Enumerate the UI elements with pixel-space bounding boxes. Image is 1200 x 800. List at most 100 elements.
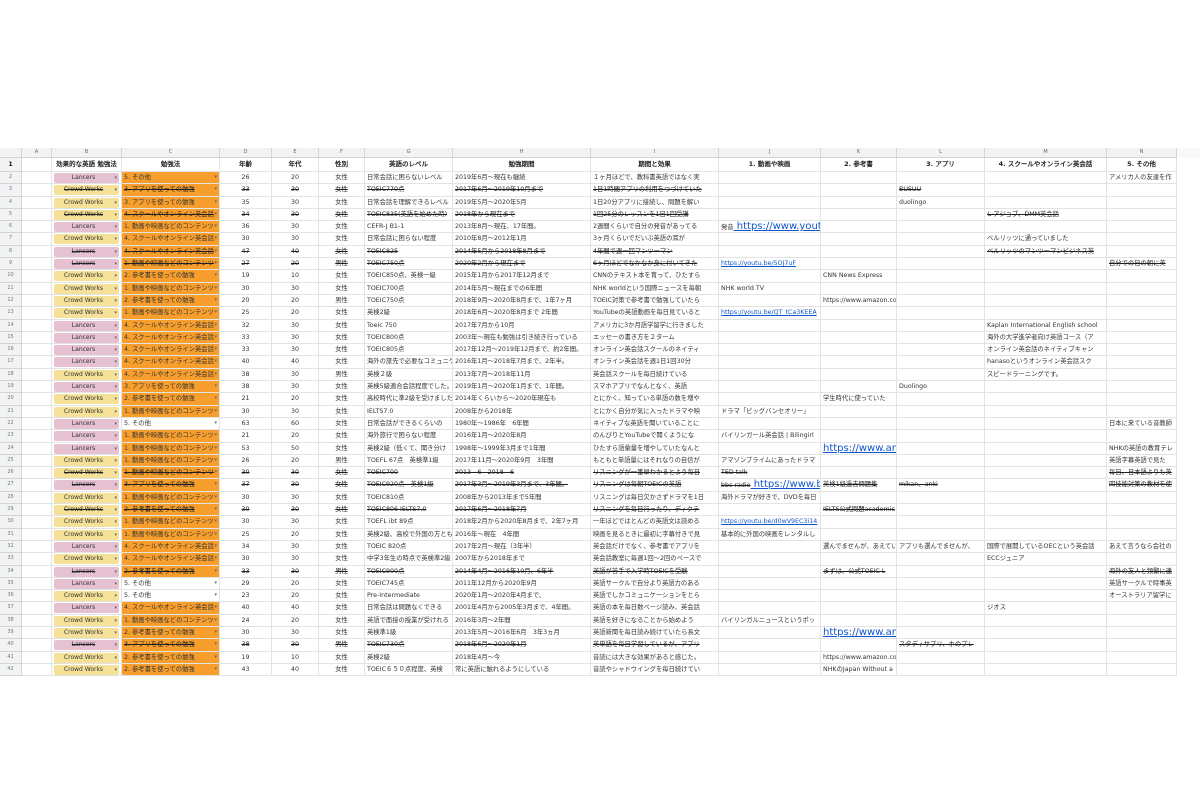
cell-age[interactable]: 30 bbox=[220, 491, 272, 505]
cell-effect[interactable]: 英会話スクールを毎日続けている bbox=[591, 368, 719, 382]
cell-period[interactable]: 2017年3月〜2019年3月まで、3年間。 bbox=[453, 479, 591, 492]
dropdown-arrow-icon[interactable]: ▾ bbox=[114, 468, 117, 478]
dropdown-arrow-icon[interactable]: ▾ bbox=[114, 603, 117, 613]
cell-other[interactable]: 毎日、日本語よりも英 bbox=[1107, 467, 1177, 480]
dropdown-arrow-icon[interactable]: ▾ bbox=[114, 370, 117, 380]
source-dropdown-cell[interactable]: Crowd Works ▾ bbox=[52, 294, 122, 308]
cell-effect[interactable]: 音読には大きな効果があると感じた。 bbox=[591, 651, 719, 664]
hyperlink[interactable]: https://youtu.be/5OJ7uF bbox=[721, 260, 796, 267]
dropdown-arrow-icon[interactable]: ▾ bbox=[114, 321, 117, 331]
cell-level[interactable]: 日常会話に困らないレベル bbox=[365, 172, 453, 185]
cell-period[interactable]: 2017年6月〜2019年10月まで bbox=[453, 184, 591, 197]
cell-other[interactable]: NHKの英語の教育テレ bbox=[1107, 442, 1177, 455]
cell-gender[interactable]: 女性 bbox=[319, 577, 365, 591]
cell-decade[interactable]: 20 bbox=[272, 577, 319, 591]
dropdown-arrow-icon[interactable]: ▾ bbox=[214, 516, 217, 527]
cell-decade[interactable]: 20 bbox=[272, 258, 319, 271]
dropdown-arrow-icon[interactable]: ▾ bbox=[114, 591, 117, 601]
cell-app[interactable] bbox=[897, 491, 985, 505]
cell-a[interactable] bbox=[22, 577, 52, 591]
header-other[interactable]: 5. その他 bbox=[1107, 158, 1177, 172]
cell-book[interactable]: IELTS公式問題academic bbox=[821, 504, 897, 517]
method-dropdown-cell[interactable]: 3. アプリを使っての勉強 ▾ bbox=[122, 196, 220, 209]
cell-gender[interactable]: 女性 bbox=[319, 393, 365, 406]
column-header-c[interactable]: C bbox=[122, 148, 220, 158]
cell-app[interactable]: スタディサプリ、ホのプレ bbox=[897, 639, 985, 652]
source-dropdown-cell[interactable]: Crowd Works ▾ bbox=[52, 590, 122, 603]
cell-effect[interactable]: YouTubeの英語動画を毎日見ていると bbox=[591, 307, 719, 320]
cell-book[interactable] bbox=[821, 344, 897, 357]
cell-video[interactable] bbox=[719, 172, 821, 185]
source-dropdown-cell[interactable]: Crowd Works ▾ bbox=[52, 454, 122, 468]
cell-a[interactable] bbox=[22, 393, 52, 406]
cell-effect[interactable]: CNNのテキスト本を育って、ひたすら bbox=[591, 270, 719, 283]
cell-age[interactable]: 27 bbox=[220, 258, 272, 271]
source-chip[interactable]: Crowd Works ▾ bbox=[54, 406, 119, 417]
cell-level[interactable]: TOEIC800点 bbox=[365, 331, 453, 345]
cell-age[interactable]: 24 bbox=[220, 614, 272, 627]
row-number[interactable]: 36 bbox=[0, 590, 22, 603]
cell-level[interactable]: TOEIC750点 bbox=[365, 258, 453, 271]
cell-gender[interactable]: 女性 bbox=[319, 184, 365, 197]
cell-a[interactable] bbox=[22, 319, 52, 332]
cell-app[interactable] bbox=[897, 577, 985, 591]
cell-school[interactable] bbox=[985, 479, 1107, 492]
cell-app[interactable] bbox=[897, 245, 985, 259]
row-number[interactable]: 1 bbox=[0, 158, 22, 172]
dropdown-arrow-icon[interactable]: ▾ bbox=[214, 504, 217, 515]
cell-school[interactable] bbox=[985, 381, 1107, 394]
row-number[interactable]: 17 bbox=[0, 356, 22, 369]
cell-level[interactable]: TOEIC730点 bbox=[365, 639, 453, 652]
cell-gender[interactable]: 女性 bbox=[319, 540, 365, 554]
cell-app[interactable] bbox=[897, 294, 985, 308]
select-all-corner[interactable] bbox=[0, 148, 22, 158]
cell-school[interactable] bbox=[985, 590, 1107, 603]
cell-school[interactable] bbox=[985, 172, 1107, 185]
source-chip[interactable]: Crowd Works ▾ bbox=[54, 652, 119, 663]
cell-video[interactable] bbox=[719, 233, 821, 246]
method-dropdown-cell[interactable]: 3. アプリを使っての勉強 ▾ bbox=[122, 184, 220, 197]
row-number[interactable]: 14 bbox=[0, 319, 22, 332]
source-chip[interactable]: Crowd Works ▾ bbox=[54, 664, 119, 675]
cell-gender[interactable]: 女性 bbox=[319, 331, 365, 345]
cell-a[interactable] bbox=[22, 491, 52, 505]
source-chip[interactable]: Lancers ▾ bbox=[54, 357, 119, 368]
cell-app[interactable] bbox=[897, 590, 985, 603]
cell-age[interactable]: 34 bbox=[220, 540, 272, 554]
cell-school[interactable] bbox=[985, 307, 1107, 320]
cell-gender[interactable]: 男性 bbox=[319, 565, 365, 578]
cell-school[interactable] bbox=[985, 184, 1107, 197]
dropdown-arrow-icon[interactable]: ▾ bbox=[114, 579, 117, 589]
dropdown-arrow-icon[interactable]: ▾ bbox=[114, 296, 117, 306]
dropdown-arrow-icon[interactable]: ▾ bbox=[214, 197, 217, 208]
cell-other[interactable]: 海外の友人と頻繁に連 bbox=[1107, 565, 1177, 578]
cell-app[interactable] bbox=[897, 663, 985, 677]
cell-school[interactable] bbox=[985, 430, 1107, 443]
dropdown-arrow-icon[interactable]: ▾ bbox=[114, 493, 117, 503]
dropdown-arrow-icon[interactable]: ▾ bbox=[114, 333, 117, 343]
cell-gender[interactable]: 女性 bbox=[319, 245, 365, 259]
source-dropdown-cell[interactable]: Lancers ▾ bbox=[52, 442, 122, 455]
dropdown-arrow-icon[interactable]: ▾ bbox=[214, 479, 217, 490]
header-effect[interactable]: 期間と効果 bbox=[591, 158, 719, 172]
dropdown-arrow-icon[interactable]: ▾ bbox=[114, 222, 117, 232]
cell-video[interactable] bbox=[719, 196, 821, 209]
method-dropdown-cell[interactable]: 5. その他 ▾ bbox=[122, 172, 220, 185]
column-header-j[interactable]: J bbox=[719, 148, 821, 158]
cell-age[interactable]: 30 bbox=[220, 405, 272, 418]
cell-period[interactable]: 2003年〜現在も勉強は引き続き行っている bbox=[453, 331, 591, 345]
cell-school[interactable] bbox=[985, 294, 1107, 308]
cell-school[interactable] bbox=[985, 282, 1107, 295]
cell-effect[interactable]: 英会話だけでなく、参考書でアプリを bbox=[591, 540, 719, 554]
source-dropdown-cell[interactable]: Lancers ▾ bbox=[52, 430, 122, 443]
cell-school[interactable] bbox=[985, 258, 1107, 271]
cell-a[interactable] bbox=[22, 282, 52, 295]
cell-other[interactable] bbox=[1107, 491, 1177, 505]
method-dropdown-cell[interactable]: 4. スクールやオンライン英会話 ▾ bbox=[122, 245, 220, 259]
cell-other[interactable]: あえて言うなら会社の bbox=[1107, 540, 1177, 554]
source-chip[interactable]: Lancers ▾ bbox=[54, 246, 119, 257]
cell-app[interactable] bbox=[897, 626, 985, 640]
method-dropdown-cell[interactable]: 5. その他 ▾ bbox=[122, 577, 220, 591]
cell-gender[interactable]: 女性 bbox=[319, 356, 365, 369]
cell-decade[interactable]: 30 bbox=[272, 344, 319, 357]
